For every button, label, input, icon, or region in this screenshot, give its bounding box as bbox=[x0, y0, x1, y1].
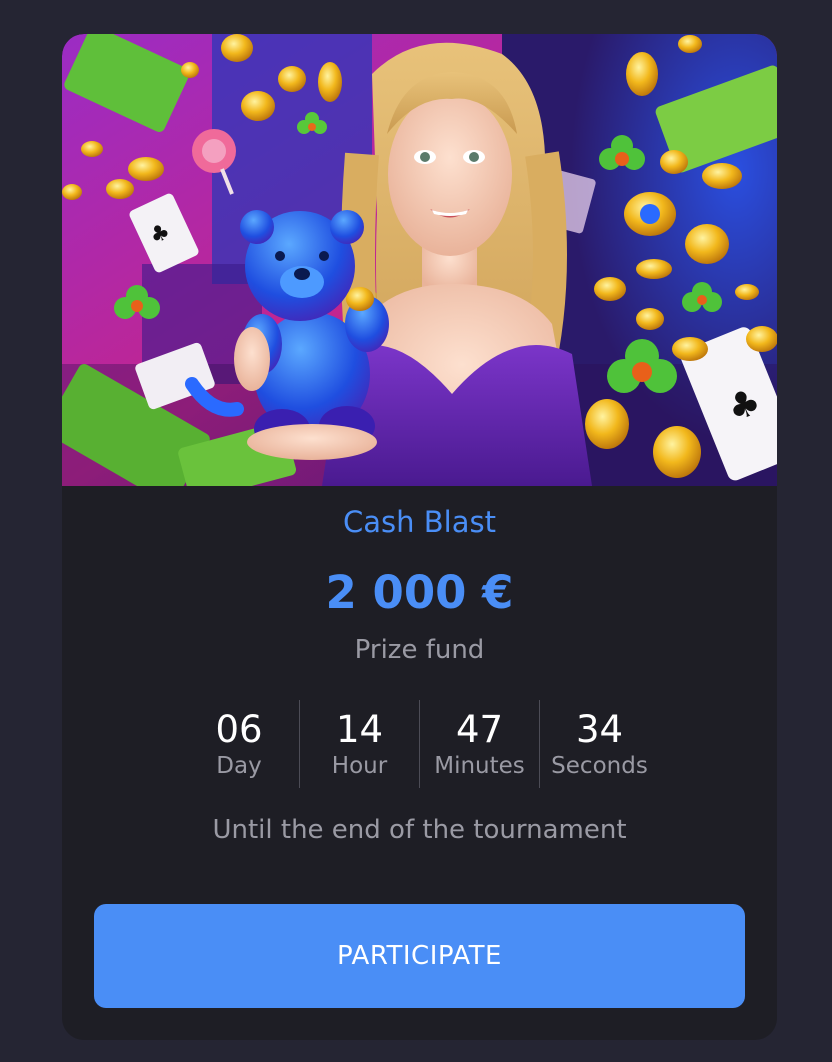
countdown-caption: Until the end of the tournament bbox=[212, 815, 627, 845]
countdown-seconds: 34 Seconds bbox=[539, 700, 659, 788]
tournament-card: ♣ ♣ Cash Blast 2 000 € Prize fund 06 Day… bbox=[62, 34, 777, 1040]
countdown-unit-label: Day bbox=[216, 753, 262, 779]
countdown-minutes: 47 Minutes bbox=[419, 700, 539, 788]
countdown-value: 34 bbox=[575, 708, 624, 751]
tournament-title: Cash Blast bbox=[343, 505, 496, 539]
participate-button[interactable]: PARTICIPATE bbox=[94, 904, 745, 1008]
countdown-timer: 06 Day 14 Hour 47 Minutes 34 Seconds bbox=[179, 700, 659, 788]
countdown-value: 14 bbox=[335, 708, 384, 751]
prize-caption: Prize fund bbox=[354, 635, 485, 665]
countdown-hours: 14 Hour bbox=[299, 700, 419, 788]
prize-amount: 2 000 € bbox=[325, 566, 514, 619]
tournament-banner-image: ♣ ♣ bbox=[62, 34, 777, 486]
countdown-days: 06 Day bbox=[179, 700, 299, 788]
countdown-value: 06 bbox=[215, 708, 263, 751]
countdown-unit-label: Seconds bbox=[551, 753, 648, 779]
countdown-value: 47 bbox=[455, 708, 504, 751]
countdown-unit-label: Hour bbox=[331, 753, 388, 779]
countdown-unit-label: Minutes bbox=[434, 753, 525, 779]
